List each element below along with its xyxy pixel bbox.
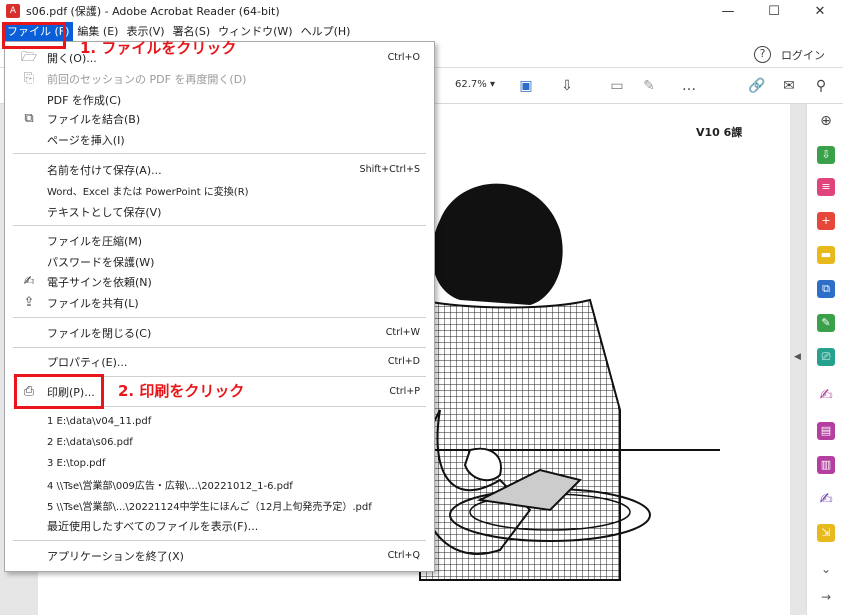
menu-item-recent-3[interactable]: 3 E:\top.pdf: [5, 453, 434, 474]
combine-files-icon: ⧉: [24, 110, 34, 126]
menu-item-recent-1[interactable]: 1 E:\data\v04_11.pdf: [5, 411, 434, 432]
combine-tool-icon[interactable]: ⧉: [817, 280, 835, 298]
page-label: V10 6課: [696, 126, 743, 139]
step2-annotation: 2. 印刷をクリック: [118, 382, 245, 400]
zoom-value: 62.7%: [455, 79, 487, 90]
restore-session-icon: ⎘: [23, 70, 35, 86]
compress-icon[interactable]: ⇲: [817, 524, 835, 542]
menu-item-combine[interactable]: ⧉ ファイルを結合(B): [5, 108, 434, 129]
menu-item-insert-page[interactable]: ページを挿入(I): [5, 129, 434, 150]
folder-open-icon: 🗁: [20, 49, 38, 65]
step1-highlight-box: [2, 22, 66, 49]
menu-item-properties[interactable]: プロパティ(E)... Ctrl+D: [5, 351, 434, 372]
signature-request-icon: ✍: [23, 273, 35, 289]
menu-help[interactable]: ヘルプ(H): [297, 22, 355, 42]
menu-item-password-protect[interactable]: パスワードを保護(W): [5, 251, 434, 272]
share-icon: ⇪: [23, 294, 35, 310]
scan-ocr-icon[interactable]: ⎚: [817, 348, 835, 366]
protect-icon[interactable]: ▤: [817, 422, 835, 440]
zoom-select[interactable]: 62.7% ▾: [455, 79, 495, 90]
highlight-pen-icon[interactable]: ✎: [640, 77, 658, 95]
fit-page-icon[interactable]: ▣: [517, 77, 535, 95]
menu-item-recent-2[interactable]: 2 E:\data\s06.pdf: [5, 432, 434, 453]
right-tool-panel: ⊕ ⇩ ≡ + ▬ ⧉ ✎ ⎚ ✍ ▤ ▥ ✍ ⇲ ⌄ →: [806, 104, 843, 615]
window-title: s06.pdf (保護) - Adobe Acrobat Reader (64-…: [26, 5, 280, 18]
organize-pages-icon[interactable]: ≡: [817, 178, 835, 196]
request-signature-icon[interactable]: ✍: [817, 490, 835, 508]
comment-tool-icon[interactable]: ▬: [817, 246, 835, 264]
account-search-icon[interactable]: ⚲: [812, 77, 830, 95]
comment-icon[interactable]: ▭: [608, 77, 626, 95]
menu-item-reopen-session: ⎘ 前回のセッションの PDF を再度開く(D): [5, 68, 434, 89]
file-menu-dropdown: 🗁 開く(O)... Ctrl+O ⎘ 前回のセッションの PDF を再度開く(…: [4, 41, 435, 572]
menu-item-compress[interactable]: ファイルを圧縮(M): [5, 230, 434, 251]
menu-separator: [13, 540, 426, 541]
pdf-icon: A: [6, 4, 20, 18]
more-tools-icon[interactable]: …: [680, 77, 698, 95]
scroll-mode-icon[interactable]: ⇩: [558, 77, 576, 95]
edit-pdf-icon[interactable]: ✎: [817, 314, 835, 332]
menu-separator: [13, 153, 426, 154]
fill-sign-icon[interactable]: ✍: [817, 386, 835, 404]
expand-panel-icon[interactable]: →: [817, 588, 835, 606]
menu-item-convert-office[interactable]: Word、Excel または PowerPoint に変換(R): [5, 180, 434, 201]
menu-item-recent-4[interactable]: 4 \\Tse\営業部\009広告・広報\...\20221012_1-6.pd…: [5, 474, 434, 495]
help-icon[interactable]: ?: [754, 46, 771, 63]
menu-separator: [13, 317, 426, 318]
title-bar: A s06.pdf (保護) - Adobe Acrobat Reader (6…: [0, 0, 843, 22]
share-link-icon[interactable]: 🔗: [748, 77, 766, 95]
panel-collapse-icon[interactable]: ◀: [794, 352, 801, 362]
maximize-button[interactable]: ☐: [751, 0, 797, 22]
menu-item-save-as-text[interactable]: テキストとして保存(V): [5, 201, 434, 222]
step2-highlight-box: [14, 374, 104, 409]
minimize-button[interactable]: —: [705, 0, 751, 22]
menu-item-save-as[interactable]: 名前を付けて保存(A)... Shift+Ctrl+S: [5, 159, 434, 180]
email-icon[interactable]: ✉: [780, 77, 798, 95]
zoom-search-icon[interactable]: ⊕: [817, 112, 835, 130]
menu-item-share[interactable]: ⇪ ファイルを共有(L): [5, 292, 434, 313]
login-link[interactable]: ログイン: [781, 47, 825, 63]
menu-item-request-signature[interactable]: ✍ 電子サインを依頼(N): [5, 271, 434, 292]
menu-item-create-pdf[interactable]: PDF を作成(C): [5, 89, 434, 110]
close-button[interactable]: ✕: [797, 0, 843, 22]
menu-item-show-all-recent[interactable]: 最近使用したすべてのファイルを表示(F)...: [5, 515, 434, 536]
menu-item-close-file[interactable]: ファイルを閉じる(C) Ctrl+W: [5, 322, 434, 343]
menu-separator: [13, 225, 426, 226]
more-tools-chevron-icon[interactable]: ⌄: [817, 560, 835, 578]
menu-item-exit[interactable]: アプリケーションを終了(X) Ctrl+Q: [5, 545, 434, 566]
export-pdf-icon[interactable]: ⇩: [817, 146, 835, 164]
redact-icon[interactable]: ▥: [817, 456, 835, 474]
menu-item-recent-5[interactable]: 5 \\Tse\営業部\...\20221124中学生にほんご（12月上旬発売予…: [5, 495, 434, 516]
menu-separator: [13, 347, 426, 348]
create-pdf-icon[interactable]: +: [817, 212, 835, 230]
step1-annotation: 1. ファイルをクリック: [80, 39, 237, 57]
